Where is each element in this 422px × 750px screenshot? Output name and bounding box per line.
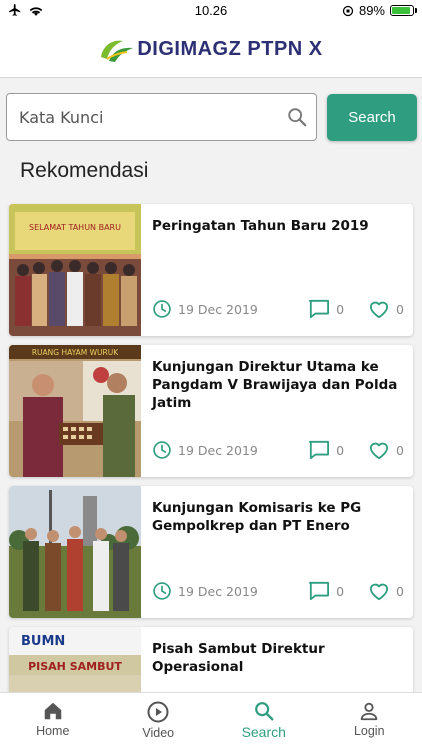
article-date: 19 Dec 2019 — [152, 581, 258, 601]
clock-icon — [153, 441, 171, 459]
thumb-caption: RUANG HAYAM WURUK — [32, 348, 119, 357]
status-right: 89% — [342, 3, 417, 18]
tab-label: Login — [353, 724, 385, 738]
status-bar: 10.26 89% — [0, 0, 422, 22]
search-button[interactable]: Search — [327, 94, 417, 141]
article-title: Peringatan Tahun Baru 2019 — [152, 218, 369, 234]
search-row: Search — [6, 93, 417, 141]
leaf-logo-icon — [101, 40, 134, 62]
article-title: Pisah Sambut Direktur Operasional — [152, 641, 325, 675]
article-date-text: 19 Dec 2019 — [178, 301, 258, 317]
article-counts: 0 0 — [308, 440, 404, 460]
thumb-caption: SELAMAT TAHUN BARU — [29, 223, 121, 232]
article-card[interactable]: SELAMAT TAHUN BARU Peringatan Tahun Baru… — [9, 204, 413, 336]
like-count: 0 — [396, 301, 404, 317]
article-date: 19 Dec 2019 — [152, 299, 258, 319]
orientation-lock-icon — [342, 5, 354, 16]
article-counts: 0 0 — [308, 581, 404, 601]
comment-count: 0 — [336, 301, 345, 317]
comment-icon[interactable] — [308, 299, 330, 319]
clock-icon — [153, 300, 171, 318]
like-count: 0 — [396, 583, 404, 599]
search-input[interactable] — [19, 94, 279, 140]
article-title: Kunjungan Komisaris ke PG Gempolkrep dan… — [152, 500, 362, 534]
person-icon — [361, 702, 378, 721]
tab-search[interactable]: Search — [211, 693, 317, 750]
play-circle-icon — [147, 701, 169, 723]
bottom-tab-bar: Home Video Search Login — [0, 692, 422, 750]
tab-label: Video — [142, 726, 175, 740]
search-icon — [254, 702, 274, 721]
app-logo: DIGIMAGZ PTPN X — [99, 35, 322, 65]
clock-icon — [153, 582, 171, 600]
article-meta: 19 Dec 2019 0 0 — [152, 439, 404, 461]
section-title: Rekomendasi — [20, 159, 149, 182]
tab-video[interactable]: Video — [106, 693, 212, 750]
brand-name: DIGIMAGZ PTPN X — [137, 38, 323, 60]
home-icon — [44, 702, 61, 720]
article-date-text: 19 Dec 2019 — [178, 442, 258, 458]
article-title: Kunjungan Direktur Utama ke Pangdam V Br… — [152, 359, 398, 411]
battery-percent: 89% — [358, 3, 385, 18]
tab-label: Search — [241, 724, 286, 740]
article-date: 19 Dec 2019 — [152, 440, 258, 460]
heart-icon[interactable] — [368, 299, 390, 319]
like-count: 0 — [396, 442, 404, 458]
comment-icon[interactable] — [308, 581, 330, 601]
tab-home[interactable]: Home — [0, 693, 106, 750]
battery-level — [392, 7, 410, 14]
tab-login[interactable]: Login — [317, 693, 422, 750]
comment-count: 0 — [336, 442, 345, 458]
article-meta: 19 Dec 2019 0 0 — [152, 580, 404, 602]
article-counts: 0 0 — [308, 299, 404, 319]
article-thumbnail: SELAMAT TAHUN BARU — [9, 204, 141, 336]
heart-icon[interactable] — [368, 581, 390, 601]
svg-text:BUMN: BUMN — [21, 634, 65, 649]
app-header: DIGIMAGZ PTPN X — [0, 22, 422, 78]
heart-icon[interactable] — [368, 440, 390, 460]
thumb-caption: PISAH SAMBUT — [28, 660, 122, 673]
comment-count: 0 — [336, 583, 345, 599]
search-box — [6, 93, 317, 141]
tab-label: Home — [36, 724, 70, 738]
battery-icon — [390, 5, 417, 16]
search-icon[interactable] — [286, 106, 308, 128]
article-date-text: 19 Dec 2019 — [178, 583, 258, 599]
article-meta: 19 Dec 2019 0 0 — [152, 298, 404, 320]
article-thumbnail: RUANG HAYAM WURUK — [9, 345, 141, 477]
comment-icon[interactable] — [308, 440, 330, 460]
article-thumbnail — [9, 486, 141, 618]
article-card[interactable]: Kunjungan Komisaris ke PG Gempolkrep dan… — [9, 486, 413, 618]
article-card[interactable]: RUANG HAYAM WURUK Kunjungan Direktur Uta… — [9, 345, 413, 477]
